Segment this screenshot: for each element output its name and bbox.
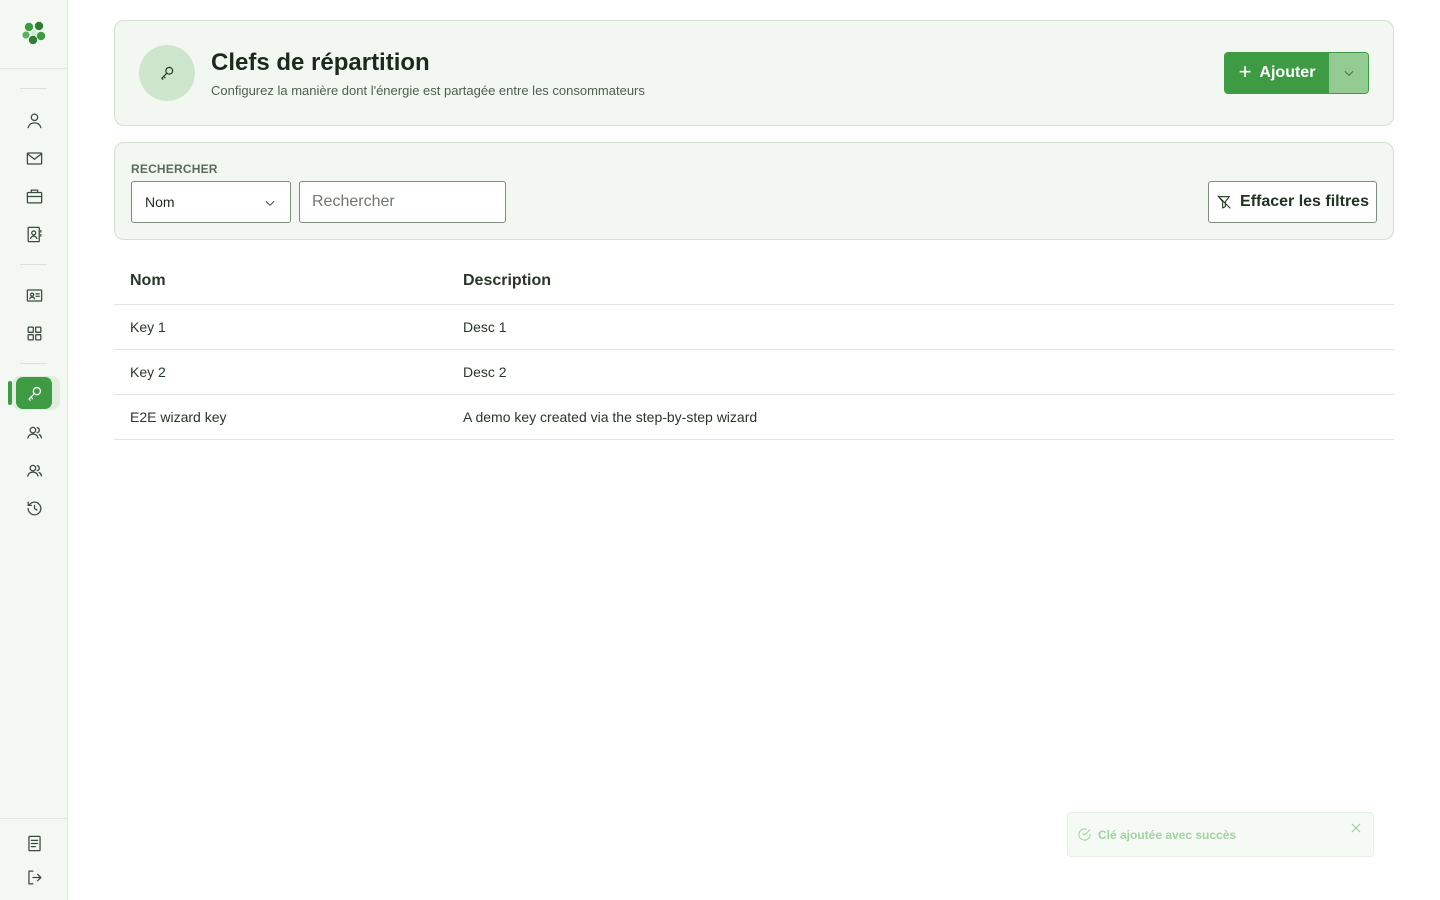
sidebar-divider (20, 88, 47, 89)
logout-icon (27, 870, 41, 884)
page-title: Clefs de répartition (211, 49, 430, 76)
cell-description: Desc 2 (463, 364, 507, 380)
success-toast: Clé ajoutée avec succès (1067, 812, 1374, 857)
cell-name: Key 2 (130, 364, 166, 380)
add-split-button: + Ajouter (1224, 52, 1369, 94)
contact-book-icon (27, 226, 41, 242)
toast-message: Clé ajoutée avec succès (1098, 827, 1237, 842)
clear-filters-label: Effacer les filtres (1240, 193, 1369, 210)
nav-documentation[interactable] (16, 827, 52, 859)
search-input[interactable] (299, 181, 506, 223)
history-icon (27, 501, 41, 515)
nav-history[interactable] (16, 492, 52, 524)
sidebar-divider (20, 363, 47, 364)
mail-icon (26, 151, 42, 165)
nav-users[interactable] (16, 104, 52, 136)
sidebar-divider (0, 818, 67, 819)
cell-description: A demo key created via the step-by-step … (463, 409, 758, 425)
filter-off-icon (1217, 195, 1231, 209)
nav-logout[interactable] (16, 861, 52, 893)
clear-filters-button[interactable]: Effacer les filtres (1208, 181, 1377, 223)
column-header-description[interactable]: Description (463, 272, 1394, 290)
table-row[interactable]: E2E wizard key A demo key created via th… (114, 395, 1394, 440)
add-dropdown-toggle[interactable] (1329, 53, 1368, 93)
nav-keys[interactable] (16, 377, 52, 409)
nav-contacts[interactable] (16, 218, 52, 250)
cell-description: Desc 1 (463, 319, 507, 335)
add-button-label: Ajouter (1259, 64, 1316, 81)
id-card-icon (26, 288, 42, 302)
key-icon (27, 386, 41, 401)
app-logo[interactable] (20, 19, 48, 47)
plus-icon: + (1238, 59, 1252, 84)
table-header: Nom Description (114, 258, 1394, 305)
key-icon (161, 66, 174, 80)
table-row[interactable]: Key 1 Desc 1 (114, 305, 1394, 350)
search-section-label: RECHERCHER (131, 162, 218, 176)
column-header-name[interactable]: Nom (114, 272, 463, 290)
chevron-down-icon (1344, 70, 1353, 76)
add-button[interactable]: + Ajouter (1225, 53, 1329, 93)
users-icon (26, 426, 42, 439)
keys-table: Nom Description Key 1 Desc 1 Key 2 Desc … (114, 258, 1394, 440)
nav-groups[interactable] (16, 454, 52, 486)
cell-name: Key 1 (130, 319, 166, 335)
chevron-down-icon (265, 200, 275, 206)
page-header: Clefs de répartition Configurez la maniè… (114, 20, 1394, 126)
cell-name: E2E wizard key (130, 409, 227, 425)
check-circle-icon (1078, 828, 1091, 841)
close-icon[interactable] (1349, 821, 1363, 835)
search-panel: RECHERCHER Nom Effacer les filtres (114, 142, 1394, 240)
search-field-select[interactable]: Nom (131, 181, 291, 223)
header-badge (139, 45, 195, 101)
sidebar-divider (20, 264, 47, 265)
group-icon (26, 464, 42, 477)
nav-organizations[interactable] (16, 180, 52, 212)
sidebar-divider (0, 68, 67, 69)
sidebar (0, 0, 68, 900)
document-icon (27, 835, 41, 851)
grid-icon (27, 326, 41, 340)
nav-mail[interactable] (16, 142, 52, 174)
page-subtitle: Configurez la manière dont l'énergie est… (211, 83, 645, 98)
user-icon (27, 113, 41, 128)
nav-consumers[interactable] (16, 416, 52, 448)
active-nav-indicator (8, 381, 12, 405)
search-field-value: Nom (145, 194, 175, 210)
nav-modules[interactable] (16, 317, 52, 349)
table-row[interactable]: Key 2 Desc 2 (114, 350, 1394, 395)
nav-cards[interactable] (16, 279, 52, 311)
briefcase-icon (26, 189, 42, 203)
